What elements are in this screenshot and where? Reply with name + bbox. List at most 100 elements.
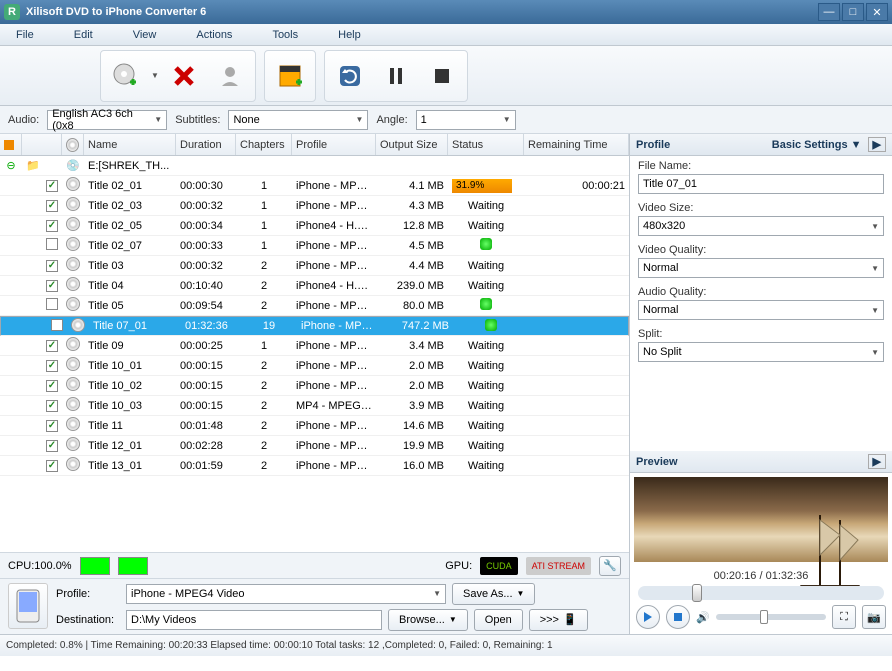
col-name[interactable]: Name bbox=[84, 134, 176, 155]
disc-icon bbox=[66, 237, 80, 251]
table-row[interactable]: Title 02_0500:00:341iPhone4 - H.2...12.8… bbox=[0, 216, 629, 236]
audioquality-select[interactable]: Normal▼ bbox=[638, 300, 884, 320]
title-bar: R Xilisoft DVD to iPhone Converter 6 — □… bbox=[0, 0, 892, 24]
saveas-button[interactable]: Save As...▼ bbox=[452, 583, 535, 605]
filename-input[interactable]: Title 07_01 bbox=[638, 174, 884, 194]
stop-button[interactable] bbox=[421, 55, 463, 97]
audio-select[interactable]: English AC3 6ch (0x8▼ bbox=[47, 110, 167, 130]
col-profile[interactable]: Profile bbox=[292, 134, 376, 155]
subtitles-select[interactable]: None▼ bbox=[228, 110, 368, 130]
table-row[interactable]: Title 0900:00:251iPhone - MPE...3.4 MBWa… bbox=[0, 336, 629, 356]
table-row[interactable]: Title 12_0100:02:282iPhone - MPE...19.9 … bbox=[0, 436, 629, 456]
col-chapters[interactable]: Chapters bbox=[236, 134, 292, 155]
row-checkbox[interactable] bbox=[46, 420, 58, 432]
browse-button[interactable]: Browse...▼ bbox=[388, 609, 468, 631]
expand-profile-button[interactable]: ▶ bbox=[868, 137, 886, 152]
col-remaining[interactable]: Remaining Time bbox=[524, 134, 629, 155]
fullscreen-button[interactable]: ⛶ bbox=[832, 605, 856, 629]
table-row[interactable]: Title 07_0101:32:3619iPhone - MPE...747.… bbox=[0, 316, 629, 336]
disc-icon bbox=[66, 197, 80, 211]
table-row[interactable]: Title 02_0700:00:331iPhone - MPE...4.5 M… bbox=[0, 236, 629, 256]
col-status[interactable]: Status bbox=[448, 134, 524, 155]
filter-bar: Audio: English AC3 6ch (0x8▼ Subtitles: … bbox=[0, 106, 892, 134]
menu-help[interactable]: Help bbox=[338, 29, 361, 41]
disc-icon bbox=[66, 337, 80, 351]
snapshot-button[interactable]: 📷 bbox=[862, 605, 886, 629]
status-dot-icon bbox=[4, 140, 14, 150]
profile-select[interactable]: iPhone - MPEG4 Video▼ bbox=[126, 584, 446, 604]
menu-view[interactable]: View bbox=[133, 29, 157, 41]
maximize-button[interactable]: □ bbox=[842, 3, 864, 21]
table-row[interactable]: Title 10_0200:00:152iPhone - MPE...2.0 M… bbox=[0, 376, 629, 396]
basic-settings-dropdown[interactable]: Basic Settings ▼ bbox=[772, 139, 862, 151]
user-button[interactable] bbox=[209, 55, 251, 97]
cpu-graph-icon bbox=[118, 557, 148, 575]
destination-input[interactable]: D:\My Videos bbox=[126, 610, 382, 630]
grid-header: Name Duration Chapters Profile Output Si… bbox=[0, 134, 629, 156]
row-checkbox[interactable] bbox=[46, 200, 58, 212]
row-checkbox[interactable] bbox=[51, 319, 63, 331]
disc-icon bbox=[66, 377, 80, 391]
row-checkbox[interactable] bbox=[46, 180, 58, 192]
table-row[interactable]: Title 10_0300:00:152MP4 - MPEG-...3.9 MB… bbox=[0, 396, 629, 416]
ati-stream-logo-icon: ATI STREAM bbox=[526, 557, 591, 575]
row-checkbox[interactable] bbox=[46, 298, 58, 310]
disc-icon bbox=[66, 257, 80, 271]
table-row[interactable]: Title 0400:10:402iPhone4 - H.2...239.0 M… bbox=[0, 276, 629, 296]
expand-preview-button[interactable]: ▶ bbox=[868, 454, 886, 469]
add-dvd-button[interactable] bbox=[105, 55, 147, 97]
stop-preview-button[interactable] bbox=[666, 605, 690, 629]
source-row[interactable]: ⊖📁💿E:[SHREK_TH... bbox=[0, 156, 629, 176]
row-checkbox[interactable] bbox=[46, 340, 58, 352]
col-duration[interactable]: Duration bbox=[176, 134, 236, 155]
row-checkbox[interactable] bbox=[46, 380, 58, 392]
angle-label: Angle: bbox=[376, 114, 407, 126]
row-checkbox[interactable] bbox=[46, 260, 58, 272]
disc-icon bbox=[66, 417, 80, 431]
open-button[interactable]: Open bbox=[474, 609, 523, 631]
row-checkbox[interactable] bbox=[46, 280, 58, 292]
row-checkbox[interactable] bbox=[46, 360, 58, 372]
settings-button[interactable]: 🔧 bbox=[599, 556, 621, 576]
row-checkbox[interactable] bbox=[46, 440, 58, 452]
transfer-button[interactable]: >>>📱 bbox=[529, 609, 588, 631]
row-checkbox[interactable] bbox=[46, 460, 58, 472]
minimize-button[interactable]: — bbox=[818, 3, 840, 21]
grid-body[interactable]: ⊖📁💿E:[SHREK_TH...Title 02_0100:00:301iPh… bbox=[0, 156, 629, 552]
menu-edit[interactable]: Edit bbox=[74, 29, 93, 41]
menu-file[interactable]: File bbox=[16, 29, 34, 41]
preview-slider[interactable] bbox=[638, 586, 884, 600]
preview-viewport[interactable] bbox=[634, 477, 888, 562]
volume-icon[interactable]: 🔊 bbox=[696, 611, 710, 624]
table-row[interactable]: Title 10_0100:00:152iPhone - MPE...2.0 M… bbox=[0, 356, 629, 376]
videosize-select[interactable]: 480x320▼ bbox=[638, 216, 884, 236]
table-row[interactable]: Title 02_0100:00:301iPhone - MPE...4.1 M… bbox=[0, 176, 629, 196]
menu-actions[interactable]: Actions bbox=[196, 29, 232, 41]
close-button[interactable]: ✕ bbox=[866, 3, 888, 21]
disc-icon bbox=[71, 318, 85, 332]
delete-button[interactable] bbox=[163, 55, 205, 97]
table-row[interactable]: Title 02_0300:00:321iPhone - MPE...4.3 M… bbox=[0, 196, 629, 216]
angle-select[interactable]: 1▼ bbox=[416, 110, 516, 130]
convert-button[interactable] bbox=[329, 55, 371, 97]
row-checkbox[interactable] bbox=[46, 238, 58, 250]
table-row[interactable]: Title 0500:09:542iPhone - MPE...80.0 MB bbox=[0, 296, 629, 316]
row-checkbox[interactable] bbox=[46, 400, 58, 412]
col-outputsize[interactable]: Output Size bbox=[376, 134, 448, 155]
pause-button[interactable] bbox=[375, 55, 417, 97]
output-panel: Profile: iPhone - MPEG4 Video▼ Save As..… bbox=[0, 578, 629, 634]
dropdown-arrow-icon[interactable]: ▼ bbox=[151, 71, 159, 80]
table-row[interactable]: Title 13_0100:01:592iPhone - MPE...16.0 … bbox=[0, 456, 629, 476]
split-select[interactable]: No Split▼ bbox=[638, 342, 884, 362]
menu-tools[interactable]: Tools bbox=[272, 29, 298, 41]
clip-button[interactable] bbox=[269, 55, 311, 97]
play-button[interactable] bbox=[636, 605, 660, 629]
disc-icon bbox=[66, 357, 80, 371]
row-checkbox[interactable] bbox=[46, 220, 58, 232]
volume-slider[interactable] bbox=[716, 614, 826, 620]
disc-icon bbox=[66, 277, 80, 291]
preview-controls: 🔊 ⛶ 📷 bbox=[630, 600, 892, 634]
table-row[interactable]: Title 1100:01:482iPhone - MPE...14.6 MBW… bbox=[0, 416, 629, 436]
table-row[interactable]: Title 0300:00:322iPhone - MPE...4.4 MBWa… bbox=[0, 256, 629, 276]
videoquality-select[interactable]: Normal▼ bbox=[638, 258, 884, 278]
